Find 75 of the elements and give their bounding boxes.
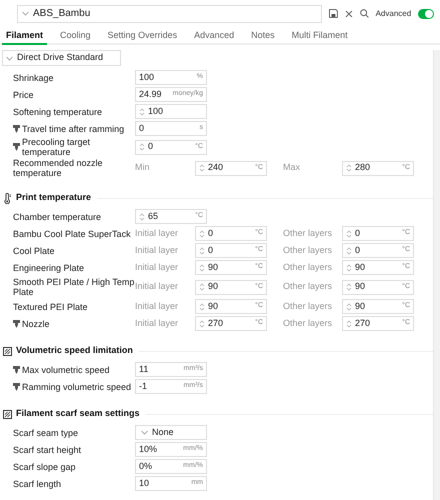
close-icon[interactable]	[344, 10, 353, 18]
setting-label: Shrinkage	[13, 72, 54, 82]
setting-label: Smooth PEI Plate / High Temp Plate	[13, 277, 135, 297]
advanced-toggle[interactable]	[418, 8, 434, 18]
field-caption: Other layers	[282, 300, 334, 313]
setting-label: Softening temperature	[13, 106, 102, 116]
setting-label: Recommended nozzle temperature	[13, 158, 104, 178]
spinner-icon[interactable]	[346, 228, 352, 238]
setting-label: Nozzle	[22, 318, 50, 328]
field-caption: Other layers	[282, 316, 334, 330]
spinner-icon[interactable]	[199, 163, 205, 173]
spinner-icon[interactable]	[199, 302, 205, 312]
field-caption: Initial layer	[135, 244, 180, 257]
spinner-icon[interactable]	[199, 318, 205, 328]
search-icon[interactable]	[360, 9, 369, 18]
advanced-label: Advanced	[376, 8, 412, 20]
field-caption: Initial layer	[135, 280, 180, 294]
speed-box-icon	[3, 346, 12, 356]
spinner-icon[interactable]	[199, 228, 205, 238]
preset-dropdown[interactable]: ABS_Bambu	[17, 4, 322, 22]
setting-label: Scarf slope gap	[13, 462, 76, 472]
setting-label: Scarf seam type	[13, 428, 78, 438]
tab[interactable]: Notes	[247, 28, 279, 45]
field-caption: Min	[135, 161, 151, 174]
setting-label: Bambu Cool Plate SuperTack	[13, 228, 131, 238]
spinner-icon[interactable]	[199, 262, 205, 272]
setting-label: Travel time after ramming	[22, 124, 124, 134]
field-caption: Initial layer	[135, 226, 180, 240]
spinner-icon[interactable]	[346, 318, 352, 328]
spinner-icon[interactable]	[346, 302, 352, 312]
tab[interactable]: Filament	[2, 28, 48, 45]
spinner-icon[interactable]	[346, 262, 352, 272]
setting-label: Price	[13, 90, 34, 100]
spinner-icon[interactable]	[346, 163, 352, 173]
section-title: Print temperature	[16, 191, 92, 204]
tab[interactable]: Setting Overrides	[104, 28, 182, 45]
dropdown[interactable]: None	[135, 425, 207, 440]
field-caption: Initial layer	[135, 316, 180, 330]
setting-label: Cool Plate	[13, 246, 55, 256]
save-icon[interactable]	[328, 9, 338, 18]
spinner-icon[interactable]	[199, 246, 205, 256]
field-caption: Max	[282, 161, 302, 174]
spinner-icon[interactable]	[346, 282, 352, 292]
chevron-down-icon	[6, 56, 13, 60]
section-title: Filament scarf seam settings	[16, 407, 140, 420]
setting-label: Scarf length	[13, 478, 62, 488]
section-title: Volumetric speed limitation	[16, 344, 133, 358]
spinner-icon[interactable]	[139, 106, 145, 116]
chevron-down-icon	[22, 11, 29, 16]
speed-box-icon	[3, 410, 12, 418]
field-caption: Other layers	[282, 260, 334, 274]
field-caption: Initial layer	[135, 260, 180, 274]
field-caption: Other layers	[282, 280, 334, 294]
spinner-icon[interactable]	[139, 212, 145, 222]
group-dropdown[interactable]: Direct Drive Standard	[2, 50, 121, 66]
field-caption: Other layers	[282, 244, 334, 257]
chevron-down-icon	[141, 430, 148, 435]
scrollbar-track[interactable]	[433, 50, 440, 500]
setting-label: Scarf start height	[13, 444, 82, 454]
setting-label: Precooling target temperature	[22, 137, 92, 157]
spinner-icon[interactable]	[139, 142, 145, 152]
field-caption: Other layers	[282, 226, 334, 240]
setting-label: Textured PEI Plate	[13, 302, 88, 312]
setting-label: Chamber temperature	[13, 212, 102, 222]
setting-label: Engineering Plate	[13, 262, 84, 272]
setting-label: Max volumetric speed	[22, 364, 110, 374]
tab[interactable]: Advanced	[190, 28, 238, 45]
spinner-icon[interactable]	[199, 282, 205, 292]
setting-label: Ramming volumetric speed	[22, 382, 132, 392]
tab[interactable]: Cooling	[56, 28, 95, 45]
number-field[interactable]: 100	[135, 104, 207, 119]
thermometer-icon	[3, 192, 12, 204]
field-caption: Initial layer	[135, 300, 180, 313]
spinner-icon[interactable]	[346, 246, 352, 256]
tab[interactable]: Multi Filament	[288, 28, 352, 45]
